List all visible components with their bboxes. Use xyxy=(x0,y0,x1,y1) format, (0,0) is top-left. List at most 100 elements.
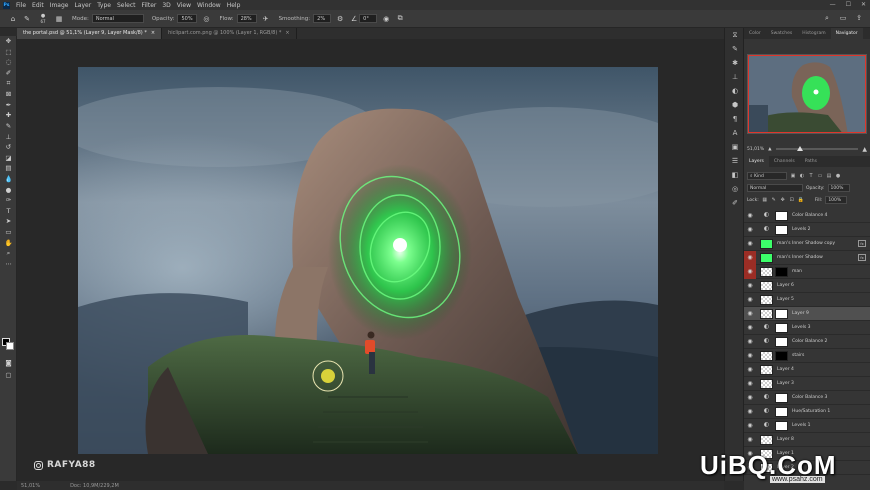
layer-mask-thumbnail[interactable] xyxy=(775,406,788,417)
layer-thumbnail[interactable] xyxy=(760,266,773,277)
visibility-eye-icon[interactable]: ◉ xyxy=(744,349,756,363)
layer-row[interactable]: ◉ Layer 4 xyxy=(744,363,870,377)
layer-thumbnail[interactable] xyxy=(760,308,773,319)
visibility-eye-icon[interactable]: ◉ xyxy=(744,363,756,377)
close-button[interactable]: ✕ xyxy=(861,1,866,8)
menu-layer[interactable]: Layer xyxy=(74,2,91,9)
more-icon[interactable]: ⋯ xyxy=(0,258,17,269)
tab-close-icon[interactable]: × xyxy=(285,30,289,36)
zoom-slider[interactable] xyxy=(775,146,859,151)
layer-thumbnail[interactable] xyxy=(760,294,773,305)
layer-mask-thumbnail[interactable] xyxy=(775,336,788,347)
layer-mask-thumbnail[interactable] xyxy=(775,322,788,333)
zoom-out-icon[interactable]: ▲ xyxy=(768,147,771,152)
filter-pixel-icon[interactable]: ▣ xyxy=(790,173,796,179)
tab-paths[interactable]: Paths xyxy=(800,156,822,167)
quick-mask-icon[interactable]: ◙ xyxy=(0,358,17,369)
move-icon[interactable]: ✥ xyxy=(0,36,17,47)
airbrush-icon[interactable]: ✈ xyxy=(261,14,271,24)
share-icon[interactable]: ⇪ xyxy=(854,13,864,23)
adjustments-panel-icon[interactable]: ◐ xyxy=(725,84,745,98)
layer-name[interactable]: man xyxy=(792,269,802,274)
menu-filter[interactable]: Filter xyxy=(142,2,157,9)
history-brush-icon[interactable]: ↺ xyxy=(0,142,17,153)
photoshop-logo-icon[interactable]: Ps xyxy=(3,1,10,9)
tab-hiclipart[interactable]: hiclipart.com.png @ 100% (Layer 1, RGB/8… xyxy=(162,28,297,39)
navigator-zoom-value[interactable]: 51,01% xyxy=(747,147,764,152)
layer-kind-filter[interactable]: ⌕ Kind xyxy=(747,172,787,180)
layer-name[interactable]: man's Inner Shadow xyxy=(777,255,823,260)
minimize-button[interactable]: — xyxy=(830,1,836,8)
fill-field[interactable]: 100% xyxy=(825,196,848,204)
layer-thumbnail[interactable] xyxy=(760,364,773,375)
workspace-icon[interactable]: ▭ xyxy=(838,13,848,23)
marquee-icon[interactable]: ⬚ xyxy=(0,47,17,58)
screen-mode-icon[interactable]: ▢ xyxy=(0,370,17,381)
brush-icon[interactable]: ✎ xyxy=(0,121,17,132)
layer-name[interactable]: Layer 8 xyxy=(777,437,794,442)
opacity-field[interactable]: 50% xyxy=(177,14,198,23)
dodge-icon[interactable]: ● xyxy=(0,184,17,195)
visibility-eye-icon[interactable]: ◉ xyxy=(744,264,756,279)
gradient-icon[interactable]: ▤ xyxy=(0,163,17,174)
quick-select-icon[interactable]: ✐ xyxy=(0,68,17,79)
layer-thumbnail[interactable] xyxy=(760,252,773,263)
layer-row[interactable]: ◉ Layer 3 xyxy=(744,377,870,391)
visibility-eye-icon[interactable]: ◉ xyxy=(744,293,756,307)
layers-panel-icon[interactable]: ◧ xyxy=(725,168,745,182)
brush-settings-panel-icon[interactable]: ✎ xyxy=(725,42,745,56)
visibility-eye-icon[interactable]: ◉ xyxy=(744,405,756,419)
pressure-opacity-icon[interactable]: ◎ xyxy=(201,14,211,24)
layer-effects-icon[interactable]: fx xyxy=(858,240,866,247)
clone-source-panel-icon[interactable]: ⊥ xyxy=(725,70,745,84)
menu-help[interactable]: Help xyxy=(227,2,241,9)
search-icon[interactable]: ⌕ xyxy=(822,13,832,23)
layer-mask-thumbnail[interactable] xyxy=(775,350,788,361)
properties-panel-icon[interactable]: ☰ xyxy=(725,154,745,168)
eraser-icon[interactable]: ◪ xyxy=(0,153,17,164)
channels-panel-icon[interactable]: ◎ xyxy=(725,182,745,196)
adjustment-layer-icon[interactable]: ◐ xyxy=(760,336,773,347)
menu-edit[interactable]: Edit xyxy=(32,2,44,9)
brushes-panel-icon[interactable]: ✱ xyxy=(725,56,745,70)
lasso-icon[interactable]: ◌ xyxy=(0,57,17,68)
layer-row[interactable]: ◉ man's Inner Shadow fx xyxy=(744,250,870,265)
layer-name[interactable]: Color Balance 2 xyxy=(792,339,827,344)
navigator-view-box[interactable] xyxy=(748,55,866,133)
menu-3d[interactable]: 3D xyxy=(162,2,170,9)
frame-icon[interactable]: ⊠ xyxy=(0,89,17,100)
menu-select[interactable]: Select xyxy=(117,2,136,9)
layer-row[interactable]: ◉ stairs xyxy=(744,349,870,363)
adjustment-layer-icon[interactable]: ◐ xyxy=(760,420,773,431)
layer-mask-thumbnail[interactable] xyxy=(775,420,788,431)
menu-view[interactable]: View xyxy=(177,2,191,9)
layer-name[interactable]: Layer 6 xyxy=(777,283,794,288)
layer-thumbnail[interactable] xyxy=(760,280,773,291)
layer-mask-thumbnail[interactable] xyxy=(775,266,788,277)
blur-icon[interactable]: 💧 xyxy=(0,174,17,185)
brush-settings-icon[interactable]: ▦ xyxy=(54,14,64,24)
adjustment-layer-icon[interactable]: ◐ xyxy=(760,210,773,221)
home-icon[interactable]: ⌂ xyxy=(8,14,18,24)
layer-name[interactable]: Color Balance 4 xyxy=(792,213,827,218)
layer-thumbnail[interactable] xyxy=(760,238,773,249)
lock-transparent-icon[interactable]: ▦ xyxy=(762,197,768,203)
layer-name[interactable]: man's Inner Shadow copy xyxy=(777,241,835,246)
layer-row[interactable]: ◉ Layer 9 xyxy=(744,307,870,321)
opacity-field[interactable]: 100% xyxy=(827,184,850,192)
visibility-eye-icon[interactable]: ◉ xyxy=(744,391,756,405)
layer-name[interactable]: Color Balance 3 xyxy=(792,395,827,400)
zoom-slider-knob[interactable] xyxy=(797,146,804,151)
tab-navigator[interactable]: Navigator xyxy=(830,28,863,39)
layer-row[interactable]: ◉ Layer 5 xyxy=(744,293,870,307)
adjustment-layer-icon[interactable]: ◐ xyxy=(760,406,773,417)
layer-name[interactable]: Layer 5 xyxy=(777,297,794,302)
libraries-panel-icon[interactable]: ▣ xyxy=(725,140,745,154)
layer-thumbnail[interactable] xyxy=(760,350,773,361)
filter-toggle-icon[interactable]: ● xyxy=(835,173,841,179)
stamp-icon[interactable]: ⊥ xyxy=(0,131,17,142)
menu-image[interactable]: Image xyxy=(50,2,69,9)
tab-channels[interactable]: Channels xyxy=(769,156,800,167)
brush-tool-icon[interactable]: ✎ xyxy=(22,14,32,24)
layer-mask-thumbnail[interactable] xyxy=(775,308,788,319)
